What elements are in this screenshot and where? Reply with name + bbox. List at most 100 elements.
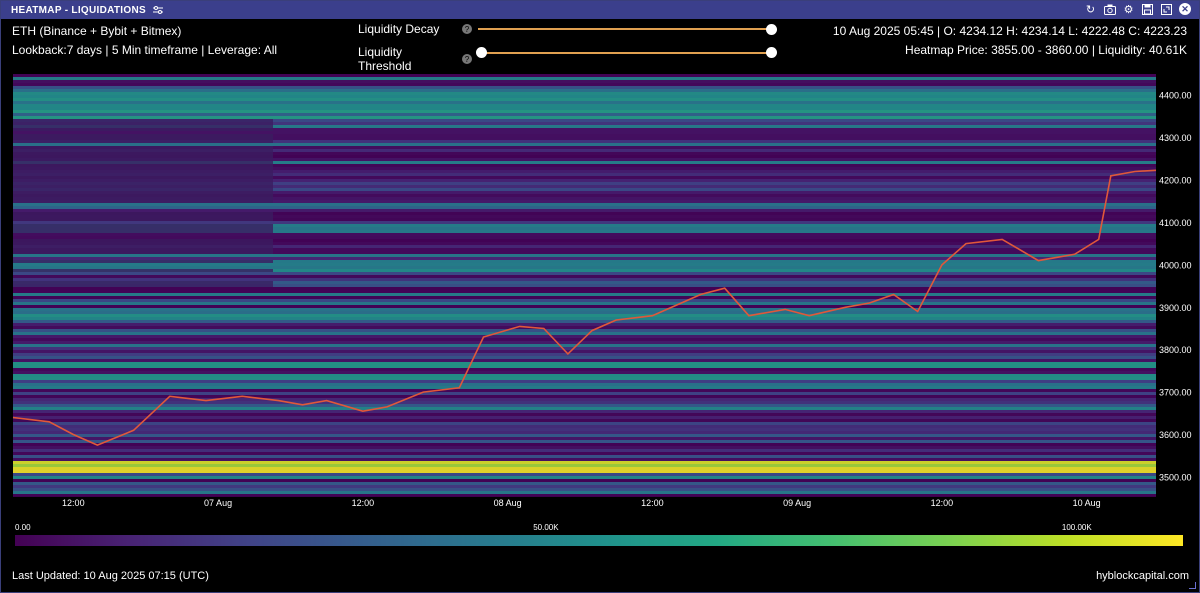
x-tick-label: 07 Aug <box>204 498 232 508</box>
symbol-info: ETH (Binance + Bybit + Bitmex) Lookback:… <box>12 22 277 60</box>
heatmap-band <box>13 116 1156 119</box>
heatmap-band <box>13 134 273 137</box>
heatmap-band <box>13 473 1156 476</box>
y-tick-label: 3800.00 <box>1159 345 1192 355</box>
heatmap-band <box>13 410 1156 413</box>
x-tick-label: 12:00 <box>641 498 664 508</box>
y-tick-label: 4000.00 <box>1159 260 1192 270</box>
resize-handle-icon[interactable] <box>1189 582 1196 589</box>
heatmap-band <box>13 443 1156 446</box>
heatmap-band <box>13 365 1156 368</box>
heatmap-band <box>13 152 273 155</box>
heatmap-window: HEATMAP - LIQUIDATIONS ↻ ⚙ ✕ ETH (Binanc… <box>0 0 1200 593</box>
heatmap-band <box>13 428 1156 431</box>
heatmap-band <box>13 407 1156 410</box>
heatmap-band <box>13 392 1156 395</box>
settings-sliders-icon[interactable] <box>152 4 164 16</box>
brand-link[interactable]: hyblockcapital.com <box>1096 570 1189 582</box>
heatmap-band <box>13 416 1156 419</box>
heatmap-band <box>13 332 1156 335</box>
heatmap-band <box>13 269 273 272</box>
x-axis: 12:00 07 Aug 12:00 08 Aug 12:00 09 Aug 12:00 10… <box>62 498 1101 508</box>
refresh-icon[interactable]: ↻ <box>1084 3 1097 16</box>
colorbar-tick-label: 100.00K <box>1062 523 1092 532</box>
heatmap-band <box>13 437 1156 440</box>
heatmap-band <box>13 206 1156 209</box>
liquidity-threshold-label: Liquidity Threshold <box>358 45 412 73</box>
heatmap-band <box>13 380 1156 383</box>
heatmap-band <box>13 455 1156 458</box>
heatmap-band <box>13 341 1156 344</box>
heatmap-band <box>13 470 1156 473</box>
heatmap-band <box>13 452 1156 455</box>
heatmap-band <box>13 128 273 131</box>
gear-icon[interactable]: ⚙ <box>1122 3 1135 16</box>
heatmap-band <box>13 275 1156 278</box>
heatmap-band <box>13 89 1156 92</box>
heatmap-band <box>13 266 1156 269</box>
heatmap-band <box>13 356 1156 359</box>
heatmap-band <box>13 212 273 215</box>
heatmap-band <box>13 167 273 170</box>
liquidity-threshold-max-knob[interactable] <box>766 47 777 58</box>
heatmap-band <box>13 83 1156 86</box>
y-axis: 4400.00 4300.00 4200.00 4100.00 4000.00 3900.… <box>1159 91 1192 483</box>
heatmap-band <box>13 107 1156 110</box>
heatmap-band <box>13 158 273 161</box>
title-bar: HEATMAP - LIQUIDATIONS ↻ ⚙ ✕ <box>1 1 1199 19</box>
heatmap-band <box>13 350 1156 353</box>
x-tick-label: 10 Aug <box>1073 498 1101 508</box>
heatmap-band <box>13 344 1156 347</box>
expand-icon[interactable] <box>1160 3 1173 16</box>
heatmap-band <box>13 467 1156 470</box>
y-tick-label: 3900.00 <box>1159 303 1192 313</box>
heatmap-band <box>13 425 1156 428</box>
heatmap-band <box>13 377 1156 380</box>
liquidity-threshold-track[interactable] <box>481 52 771 54</box>
heatmap-band <box>13 401 1156 404</box>
heatmap-band <box>13 317 1156 320</box>
x-tick-label: 12:00 <box>62 498 85 508</box>
heatmap-band <box>13 353 1156 356</box>
heatmap-band <box>13 170 273 173</box>
close-icon[interactable]: ✕ <box>1179 3 1191 15</box>
heatmap-band <box>13 95 1156 98</box>
heatmap-band <box>13 194 273 197</box>
liquidity-decay-knob[interactable] <box>766 24 777 35</box>
y-tick-label: 4400.00 <box>1159 91 1192 101</box>
heatmap-band <box>13 80 1156 83</box>
save-icon[interactable] <box>1141 3 1154 16</box>
window-title: HEATMAP - LIQUIDATIONS <box>11 4 146 16</box>
y-tick-label: 3700.00 <box>1159 388 1192 398</box>
heatmap-band <box>13 86 1156 89</box>
heatmap-band <box>13 257 1156 260</box>
heatmap-band <box>13 485 1156 488</box>
liquidity-decay-track[interactable] <box>478 28 771 30</box>
heatmap-band <box>13 278 1156 281</box>
help-icon[interactable]: ? <box>462 24 472 34</box>
heatmap-band <box>13 323 1156 326</box>
heatmap-band <box>13 203 1156 206</box>
ohlc-info: 10 Aug 2025 05:45 | O: 4234.12 H: 4234.1… <box>833 22 1187 60</box>
heatmap-band <box>13 182 273 185</box>
heatmap-band <box>13 104 1156 107</box>
heatmap-band <box>13 461 1156 464</box>
heatmap-band <box>13 311 1156 314</box>
camera-icon[interactable] <box>1103 3 1116 16</box>
heatmap-band <box>13 347 1156 350</box>
heatmap-band <box>13 308 1156 311</box>
heatmap-band <box>13 386 1156 389</box>
heatmap-band <box>13 320 1156 323</box>
heatmap-band <box>13 230 273 233</box>
liquidity-threshold-min-knob[interactable] <box>476 47 487 58</box>
heatmap-band <box>13 284 273 287</box>
heatmap-band <box>13 464 1156 467</box>
heatmap-band <box>13 155 273 158</box>
help-icon[interactable]: ? <box>462 54 472 64</box>
heatmap-band <box>13 74 1156 77</box>
heatmap-band <box>13 224 273 227</box>
heatmap-band <box>13 419 1156 422</box>
liquidation-heatmap-chart[interactable]: 4400.00 4300.00 4200.00 4100.00 4000.00 3900.… <box>1 71 1199 566</box>
heatmap-band <box>13 191 273 194</box>
heatmap-band <box>13 389 1156 392</box>
